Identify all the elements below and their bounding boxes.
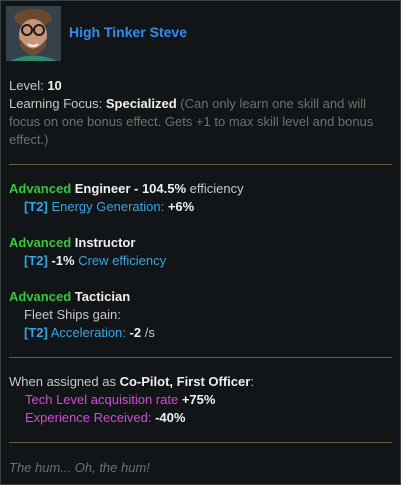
skill-dash: - [130,181,142,196]
skill-title: Advanced Tactician [9,288,394,306]
skill-name: Tactician [74,289,131,304]
assignment-colon: : [250,374,254,389]
flavor-text: The hum... Oh, the hum! [9,460,150,475]
level-row: Level: 10 [9,77,394,95]
bonus-value: +75% [181,392,216,407]
officer-portrait [6,6,61,61]
effect-unit: /s [141,325,155,340]
skill-tier: Advanced [9,235,72,250]
tier-tag: [T2] [24,199,48,214]
skill-instructor: Advanced Instructor [T2] -1% Crew effici… [9,234,394,270]
effect-text: Acceleration: [50,325,126,340]
skill-efficiency-label: efficiency [186,181,244,196]
effect-text: Energy Generation: [51,199,165,214]
assignment-intro: When assigned as [9,374,116,389]
skill-title: Advanced Instructor [9,234,394,252]
skill-tier: Advanced [9,289,72,304]
skill-effect: [T2] Acceleration: -2 /s [9,324,394,342]
skill-efficiency-value: 104.5% [141,181,187,196]
skill-name: Engineer [74,181,131,196]
separator-line [9,357,392,358]
portrait-avatar-icon [6,6,61,61]
skill-name: Instructor [74,235,136,250]
tier-tag: [T2] [24,325,48,340]
focus-label: Learning Focus: [9,96,103,111]
officer-tooltip: High Tinker Steve Level: 10 Learning Foc… [0,0,401,485]
assignment-bonus: When assigned as Co-Pilot, First Officer… [9,373,394,427]
separator-line [9,164,392,165]
officer-stats: Level: 10 Learning Focus: Specialized (C… [9,77,394,149]
skill-effect: [T2] Energy Generation: +6% [9,198,394,216]
focus-value: Specialized [105,96,177,111]
effect-value: -2 [129,325,142,340]
officer-name: High Tinker Steve [69,24,188,40]
skill-engineer: Advanced Engineer - 104.5% efficiency [T… [9,180,394,216]
level-value: 10 [47,78,62,93]
assignment-bonus-2: Experience Received: -40% [9,409,394,427]
assignment-title: When assigned as Co-Pilot, First Officer… [9,373,394,391]
effect-value: -1% [51,253,75,268]
tier-tag: [T2] [24,253,48,268]
learning-focus: Learning Focus: Specialized (Can only le… [9,95,394,149]
level-label: Level: [9,78,44,93]
bonus-text: Experience Received: [25,410,152,425]
separator-line [9,442,392,443]
skill-tactician: Advanced Tactician Fleet Ships gain: [T2… [9,288,394,342]
skill-subline: Fleet Ships gain: [24,307,121,322]
skill-effect: [T2] -1% Crew efficiency [9,252,394,270]
assignment-bonus-1: Tech Level acquisition rate +75% [9,391,394,409]
bonus-text: Tech Level acquisition rate [25,392,179,407]
skill-tier: Advanced [9,181,72,196]
effect-text: Crew efficiency [78,253,167,268]
bonus-value: -40% [155,410,186,425]
assignment-roles: Co-Pilot, First Officer [119,374,251,389]
skill-title: Advanced Engineer - 104.5% efficiency [9,180,394,198]
effect-value: +6% [167,199,195,214]
